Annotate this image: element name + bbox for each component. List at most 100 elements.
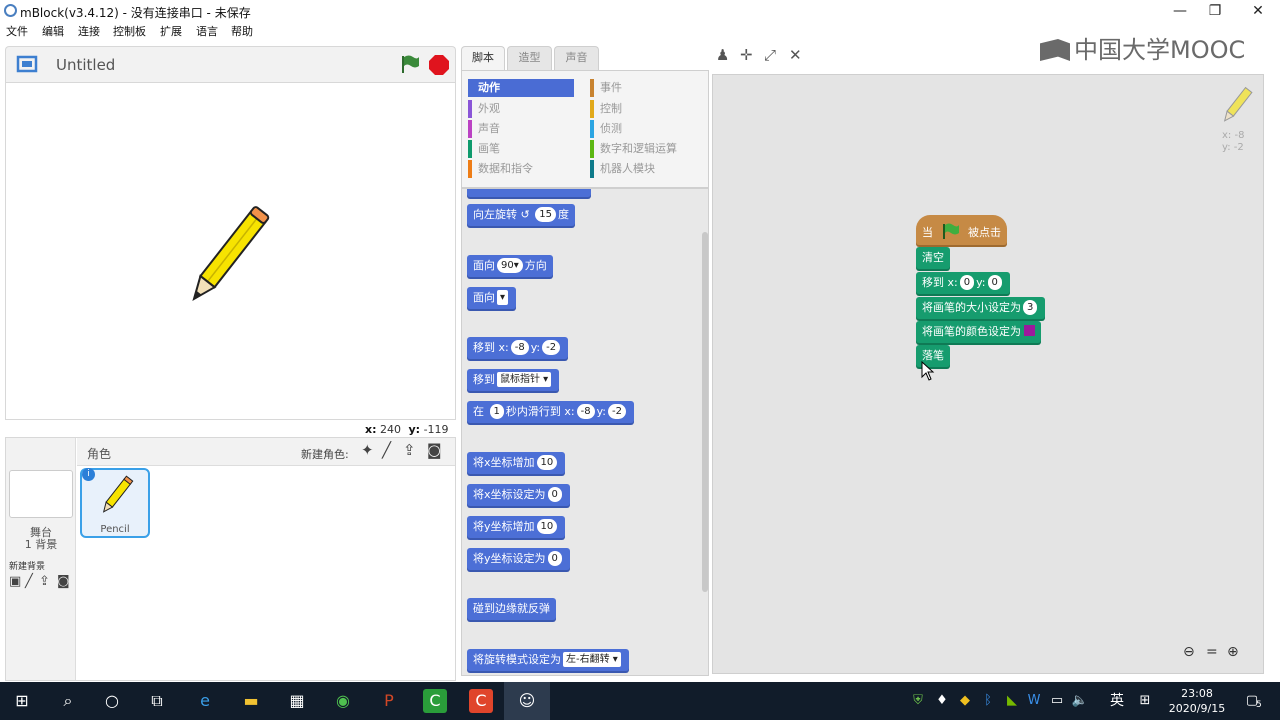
- green-flag-icon[interactable]: [399, 53, 421, 75]
- turn-deg-input[interactable]: 15: [535, 207, 556, 222]
- backdrop-upload-icon[interactable]: ⇪: [39, 574, 50, 589]
- project-title[interactable]: Untitled: [56, 56, 115, 74]
- set-y-input[interactable]: 0: [547, 551, 562, 566]
- backdrop-library-icon[interactable]: ▣: [9, 574, 21, 589]
- category-events[interactable]: 事件: [590, 79, 706, 97]
- maximize-button[interactable]: ❐: [1195, 0, 1235, 22]
- script-y-input[interactable]: 0: [987, 275, 1002, 290]
- shrink-icon[interactable]: ✕: [789, 46, 802, 64]
- grow-icon[interactable]: ⤢: [764, 46, 776, 64]
- glide-y-input[interactable]: -2: [608, 404, 626, 419]
- close-button[interactable]: ✕: [1238, 0, 1278, 22]
- stage-thumbnail[interactable]: [9, 470, 73, 518]
- fullscreen-icon[interactable]: [14, 53, 40, 75]
- category-operators[interactable]: 数字和逻辑运算: [590, 140, 706, 158]
- mic-tray-icon[interactable]: ♦: [930, 689, 954, 713]
- search-icon[interactable]: ⌕: [56, 689, 80, 713]
- pen-size-input[interactable]: 3: [1023, 300, 1038, 315]
- set-pen-size-block[interactable]: 将画笔的大小设定为 3: [916, 297, 1046, 319]
- goto-x-input[interactable]: -8: [510, 340, 529, 355]
- powerpoint-icon[interactable]: P: [377, 689, 401, 713]
- menu-extensions[interactable]: 扩展: [160, 23, 182, 39]
- zoom-in-icon[interactable]: ⊕: [1227, 644, 1239, 660]
- ime-mode-icon[interactable]: ⊞: [1133, 689, 1157, 713]
- stage-canvas[interactable]: [5, 82, 456, 420]
- task-view-icon[interactable]: ⧉: [145, 689, 169, 713]
- category-motion[interactable]: 动作: [468, 79, 574, 97]
- script-x-input[interactable]: 0: [959, 275, 975, 290]
- change-x-input[interactable]: 10: [536, 455, 558, 470]
- point-towards-dropdown[interactable]: ▾: [497, 290, 509, 305]
- goto-target-block[interactable]: 移到 鼠标指针 ▾: [467, 369, 560, 391]
- point-towards-block[interactable]: 面向 ▾: [467, 287, 517, 309]
- sprite-upload-icon[interactable]: ⇪: [403, 441, 416, 459]
- sprite-thumbnail-pencil[interactable]: i Pencil: [80, 468, 150, 538]
- mblock-panda-icon[interactable]: ☺: [515, 689, 539, 713]
- glide-secs-input[interactable]: 1: [489, 404, 504, 419]
- glide-x-input[interactable]: -8: [576, 404, 595, 419]
- glide-block[interactable]: 在 1 秒内滑行到 x: -8 y: -2: [467, 401, 634, 423]
- when-flag-clicked-block[interactable]: 当 被点击: [916, 215, 1007, 245]
- zoom-out-icon[interactable]: ⊖: [1183, 644, 1195, 660]
- backdrop-camera-icon[interactable]: ◙: [57, 574, 70, 589]
- menu-language[interactable]: 语言: [196, 23, 218, 39]
- bounce-block[interactable]: 碰到边缘就反弹: [467, 598, 556, 620]
- backdrop-paint-icon[interactable]: ╱: [25, 574, 33, 589]
- menu-file[interactable]: 文件: [6, 23, 28, 39]
- goto-y-input[interactable]: -2: [542, 340, 561, 355]
- rotation-style-dropdown[interactable]: 左-右翻转 ▾: [563, 652, 621, 667]
- pen-color-swatch[interactable]: [1024, 325, 1035, 336]
- camtasia-red-icon[interactable]: C: [469, 689, 493, 713]
- set-y-block[interactable]: 将y坐标设定为 0: [467, 548, 570, 570]
- tab-sounds[interactable]: 声音: [554, 46, 599, 70]
- menu-help[interactable]: 帮助: [231, 23, 253, 39]
- clock[interactable]: 23:08 2020/9/15: [1165, 686, 1229, 716]
- pencil-sprite[interactable]: [171, 198, 281, 318]
- volume-icon[interactable]: 🔈: [1068, 689, 1092, 713]
- change-x-block[interactable]: 将x坐标增加 10: [467, 452, 566, 474]
- category-data[interactable]: 数据和指令: [468, 160, 574, 178]
- ime-indicator[interactable]: 英: [1105, 689, 1129, 713]
- goto-target-dropdown[interactable]: 鼠标指针 ▾: [497, 372, 552, 387]
- tab-costumes[interactable]: 造型: [507, 46, 552, 70]
- security-tray-icon[interactable]: ⛨: [906, 689, 930, 713]
- category-sound[interactable]: 声音: [468, 120, 574, 138]
- cortana-icon[interactable]: ○: [100, 689, 124, 713]
- turn-left-block[interactable]: 向左旋转 ↺ 15 度: [467, 204, 575, 226]
- palette-scrollbar[interactable]: [702, 232, 708, 592]
- category-control[interactable]: 控制: [590, 100, 706, 118]
- script-goto-xy-block[interactable]: 移到 x: 0 y: 0: [916, 272, 1010, 294]
- info-icon[interactable]: i: [82, 468, 95, 481]
- menu-edit[interactable]: 编辑: [42, 23, 64, 39]
- sprite-library-icon[interactable]: ✦: [361, 441, 374, 459]
- tab-scripts[interactable]: 脚本: [461, 46, 505, 70]
- bluetooth-icon[interactable]: ᛒ: [976, 689, 1000, 713]
- delete-icon[interactable]: ✛: [740, 46, 753, 64]
- duplicate-icon[interactable]: ♟: [716, 46, 729, 64]
- tray-app-icon[interactable]: ◆: [953, 689, 977, 713]
- menu-boards[interactable]: 控制板: [113, 23, 146, 39]
- browser-360-icon[interactable]: ◉: [331, 689, 355, 713]
- zoom-reset-icon[interactable]: =: [1206, 644, 1218, 660]
- camtasia-green-icon[interactable]: C: [423, 689, 447, 713]
- stop-icon[interactable]: [428, 54, 450, 76]
- menu-connect[interactable]: 连接: [78, 23, 100, 39]
- change-y-input[interactable]: 10: [536, 519, 558, 534]
- direction-input[interactable]: 90▾: [497, 258, 523, 273]
- wps-icon[interactable]: W: [1022, 689, 1046, 713]
- category-robots[interactable]: 机器人模块: [590, 160, 706, 178]
- set-pen-color-block[interactable]: 将画笔的颜色设定为: [916, 321, 1041, 343]
- nvidia-icon[interactable]: ◣: [1000, 689, 1024, 713]
- edge-icon[interactable]: e: [193, 689, 217, 713]
- pen-clear-block[interactable]: 清空: [916, 247, 950, 269]
- set-x-input[interactable]: 0: [547, 487, 562, 502]
- category-pen[interactable]: 画笔: [468, 140, 574, 158]
- partial-block[interactable]: [467, 189, 591, 197]
- rotation-style-block[interactable]: 将旋转模式设定为 左-右翻转 ▾: [467, 649, 629, 671]
- network-icon[interactable]: ▭: [1045, 689, 1069, 713]
- goto-xy-block[interactable]: 移到 x: -8 y: -2: [467, 337, 569, 359]
- windows-start-icon[interactable]: ⊞: [10, 689, 34, 713]
- sprite-camera-icon[interactable]: ◙: [427, 441, 442, 459]
- script-area[interactable]: x: -8 y: -2 当 被点击 清空 移到 x: 0 y: 0 将画笔的大小设定为…: [712, 74, 1264, 674]
- minimize-button[interactable]: —: [1160, 0, 1200, 22]
